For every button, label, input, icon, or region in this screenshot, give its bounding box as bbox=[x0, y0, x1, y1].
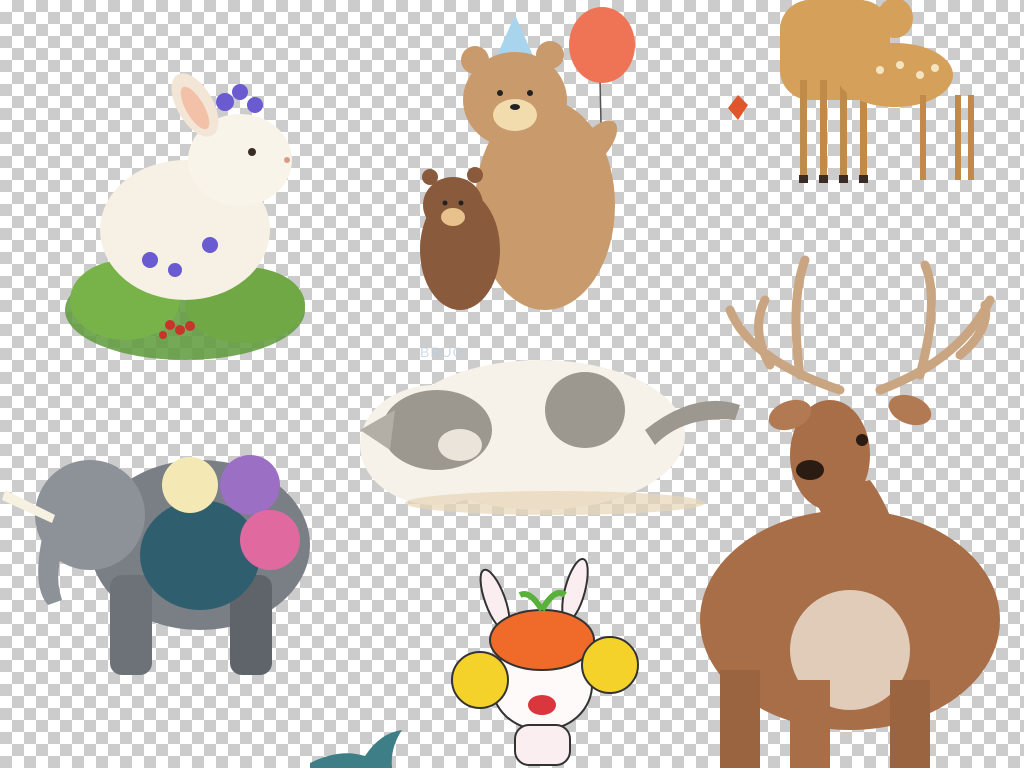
sleeping-cat-sticker bbox=[355, 335, 745, 520]
bears-with-balloon-sticker bbox=[405, 5, 645, 335]
bunny-icon bbox=[451, 557, 639, 766]
stag-icon bbox=[700, 255, 1000, 768]
floral-elephant-sticker bbox=[0, 445, 320, 685]
antlered-stag-sticker bbox=[690, 240, 1010, 768]
bear-icon bbox=[420, 7, 635, 310]
deer-mother-and-fawn-sticker bbox=[720, 0, 1000, 200]
rabbit-with-flowers-sticker bbox=[55, 60, 315, 380]
transparent-canvas: { "canvas": { "background": "checkerboar… bbox=[0, 0, 1024, 768]
fish-tail-partial-sticker bbox=[310, 728, 405, 768]
rabbit-icon bbox=[65, 73, 305, 360]
cheering-bunny-sticker bbox=[450, 557, 640, 768]
elephant-icon bbox=[2, 455, 310, 675]
deer-icon bbox=[728, 0, 974, 183]
cat-icon bbox=[360, 360, 740, 515]
fish-tail-icon bbox=[310, 730, 402, 768]
maple-leaf-icon bbox=[728, 95, 748, 120]
